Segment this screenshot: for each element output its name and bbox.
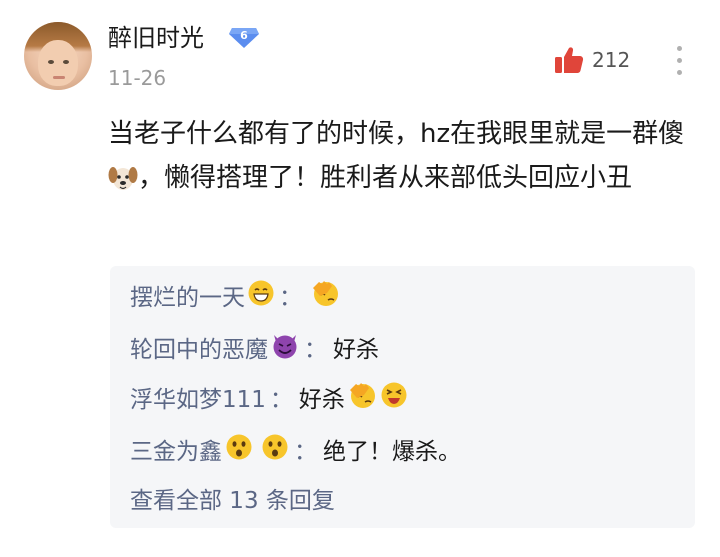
dog-emoji-icon	[108, 162, 138, 206]
more-options-button[interactable]	[670, 44, 690, 78]
avatar-eye	[48, 60, 54, 64]
username[interactable]: 醉旧时光	[108, 22, 204, 54]
more-icon	[677, 58, 682, 63]
avatar[interactable]	[24, 22, 92, 90]
reply-item: 三金为鑫 ： 绝了！爆杀。	[130, 432, 461, 472]
avatar-face	[38, 40, 78, 86]
comment-text: 当老子什么都有了的时候，hz在我眼里就是一群傻 ，懒得搭理了！胜利者从来部低头回…	[108, 112, 693, 206]
more-icon	[677, 46, 682, 51]
avatar-eye	[63, 60, 69, 64]
reply-author[interactable]: 三金为鑫	[130, 435, 222, 469]
level-badge-icon: 6	[228, 26, 260, 50]
reply-colon: ：	[279, 285, 302, 311]
view-all-replies-link[interactable]: 查看全部 13 条回复	[130, 484, 335, 518]
reply-author[interactable]: 轮回中的恶魔	[130, 333, 268, 367]
reply-text: 好杀	[298, 387, 345, 413]
reply-text: 好杀	[333, 337, 379, 363]
reply-colon: ：	[269, 387, 293, 413]
comment-text-part: ，懒得搭理了！胜利者从来部低头回应小丑	[138, 163, 633, 193]
like-count: 212	[592, 48, 631, 72]
reply-colon: ：	[294, 439, 317, 465]
like-button[interactable]: 212	[554, 46, 630, 74]
reply-colon: ：	[304, 337, 327, 363]
thumbs-up-icon	[555, 47, 584, 73]
reply-item: 摆烂的一天 ：	[130, 278, 340, 318]
laughing-emoji-icon	[379, 380, 409, 420]
comment-text-part: 当老子什么都有了的时候，hz在我眼里就是一群傻	[108, 119, 685, 149]
reply-author[interactable]: 摆烂的一天	[130, 281, 245, 315]
more-icon	[677, 70, 682, 75]
facepalm-emoji-icon	[347, 380, 377, 420]
level-number: 6	[240, 29, 248, 42]
reply-item: 浮华如梦111 ： 好杀	[130, 380, 409, 420]
hushed-emoji-icon	[260, 432, 290, 472]
reply-author[interactable]: 浮华如梦111	[130, 383, 266, 417]
reply-text: 绝了！爆杀。	[323, 439, 461, 465]
hushed-emoji-icon	[224, 432, 254, 472]
grin-emoji-icon	[247, 279, 275, 317]
facepalm-emoji-icon	[310, 278, 340, 318]
timestamp: 11-26	[108, 66, 167, 90]
avatar-mouth	[53, 76, 65, 79]
devil-emoji-icon	[270, 330, 300, 370]
replies-box: 摆烂的一天 ： 轮回中的恶魔 ： 好杀 浮华如梦111 ： 好杀 三金为鑫 ： …	[110, 266, 695, 528]
reply-item: 轮回中的恶魔 ： 好杀	[130, 330, 379, 370]
